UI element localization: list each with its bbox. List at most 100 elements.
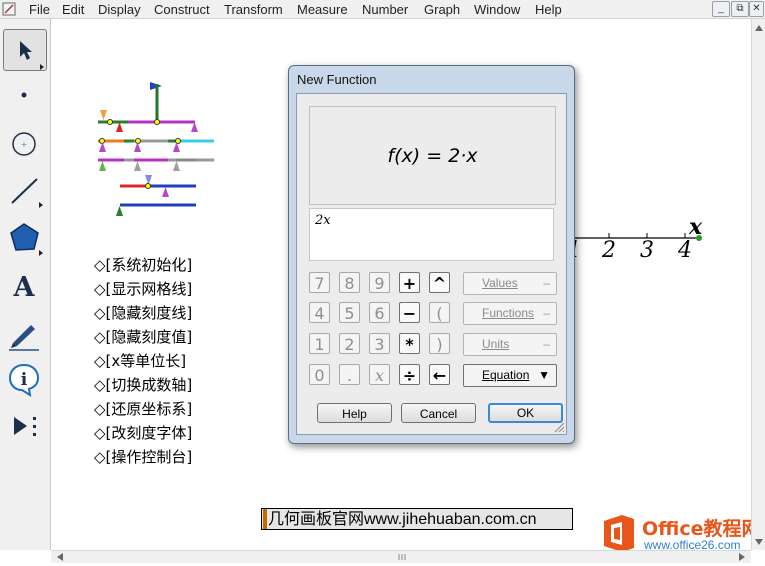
action-button-show-grid[interactable]: ◇[显示网格线] [94,278,192,299]
custom-tool-icon [14,417,36,436]
menu-window[interactable]: Window [474,2,520,17]
key-1[interactable]: 1 [309,333,330,354]
cancel-button[interactable]: Cancel [401,403,476,423]
action-button-tick-font[interactable]: ◇[改刻度字体] [94,422,192,443]
information-tool-icon: i [8,363,40,398]
key-0[interactable]: 0 [309,364,330,385]
units-button[interactable]: Units – [463,333,557,356]
arrow-tool-icon [20,41,44,70]
dropdown-icon: – [543,276,550,290]
horizontal-scrollbar[interactable] [51,550,751,563]
key-9[interactable]: 9 [369,272,390,293]
x-axis-label: x [689,214,703,240]
menu-transform[interactable]: Transform [224,2,283,17]
arrow-tool[interactable] [3,29,47,71]
action-button-hide-tick-values[interactable]: ◇[隐藏刻度值] [94,326,192,347]
action-button-system-init[interactable]: ◇[系统初始化] [94,254,192,275]
key-multiply[interactable]: * [399,333,420,354]
key-open-paren[interactable]: ( [429,302,450,323]
key-backspace[interactable]: ← [429,364,450,385]
compass-tool-icon: + [12,132,36,156]
key-power[interactable]: ^ [429,272,450,293]
key-7[interactable]: 7 [309,272,330,293]
key-close-paren[interactable]: ) [429,333,450,354]
action-button-hide-ticks[interactable]: ◇[隐藏刻度线] [94,302,192,323]
action-button-x-unit-length[interactable]: ◇[x等单位长] [94,350,186,371]
key-4[interactable]: 4 [309,302,330,323]
office-logo-brand: Office教程网 [642,518,761,540]
key-3[interactable]: 3 [369,333,390,354]
menu-bar: File Edit Display Construct Transform Me… [0,0,765,19]
expression-input[interactable]: 2x [309,208,554,261]
values-button-label: Values [482,276,518,290]
polygon-tool[interactable] [3,219,47,259]
straightedge-tool[interactable] [3,171,47,211]
action-button-console[interactable]: ◇[操作控制台] [94,446,192,467]
key-x[interactable]: x [369,364,390,385]
custom-tool[interactable] [3,407,47,447]
key-2[interactable]: 2 [339,333,360,354]
vertical-scrollbar[interactable] [751,19,765,550]
restore-button[interactable]: ⧉ [731,1,749,17]
action-button-restore-axes[interactable]: ◇[还原坐标系] [94,398,192,419]
ok-button[interactable]: OK [488,403,563,423]
key-divide[interactable]: ÷ [399,364,420,385]
key-minus[interactable]: − [399,302,420,323]
office-logo-icon [604,515,634,552]
information-tool[interactable]: i [3,359,47,399]
text-tool[interactable]: A [3,267,47,307]
equation-button[interactable]: Equation ▼ [463,364,557,387]
x-tick-label: 4 [678,238,692,263]
horizontal-scrollbar-arrows [57,553,745,561]
straightedge-tool-icon [11,178,43,208]
svg-text:i: i [21,370,28,390]
menu-construct[interactable]: Construct [154,2,210,17]
key-5[interactable]: 5 [339,302,360,323]
dialog-body: f(x) = 2·x 2x 7 8 9 + ^ 4 5 6 − ( 1 2 3 … [296,93,567,435]
dropdown-icon: – [543,306,550,320]
menu-help[interactable]: Help [535,2,562,17]
key-8[interactable]: 8 [339,272,360,293]
functions-button-label: Functions [482,306,535,320]
app-icon[interactable] [2,2,16,16]
minimize-button[interactable]: _ [712,1,730,17]
vertical-scrollbar-arrows [755,25,763,545]
values-button[interactable]: Values – [463,272,557,295]
units-button-label: Units [482,337,510,351]
menu-display[interactable]: Display [98,2,141,17]
key-plus[interactable]: + [399,272,420,293]
polygon-tool-icon [10,223,43,256]
help-button[interactable]: Help [317,403,392,423]
svg-text:A: A [13,272,36,303]
menu-graph[interactable]: Graph [424,2,460,17]
marker-tool[interactable] [3,312,47,352]
menu-edit[interactable]: Edit [62,2,84,17]
control-console-graphic[interactable] [90,78,220,220]
functions-button[interactable]: Functions – [463,302,557,325]
key-6[interactable]: 6 [369,302,390,323]
menu-number[interactable]: Number [362,2,408,17]
website-caption: 几何画板官网www.jihehuaban.com.cn [261,508,573,530]
x-tick-label: 2 [602,238,616,263]
key-decimal[interactable]: . [339,364,360,385]
equation-button-label: Equation [482,368,530,382]
compass-tool[interactable]: + [3,124,47,164]
function-preview-text: f(x) = 2·x [387,145,478,167]
marker-tool-icon [9,325,39,351]
menu-measure[interactable]: Measure [297,2,348,17]
menu-file[interactable]: File [29,2,50,17]
x-tick-label: 3 [640,238,654,263]
function-preview: f(x) = 2·x [309,106,556,205]
text-tool-icon: A [13,272,36,303]
toolbox: + A i [0,19,51,550]
resize-grip-icon[interactable] [553,421,565,433]
close-button[interactable]: ✕ [749,1,764,17]
dialog-title: New Function [297,72,377,87]
x-axis[interactable]: 1 2 3 4 x [565,214,715,270]
chevron-down-icon: ▼ [538,368,550,382]
point-tool-icon [21,92,27,98]
point-tool[interactable] [3,75,47,115]
new-function-dialog[interactable]: New Function f(x) = 2·x 2x 7 8 9 + ^ 4 5… [288,65,575,444]
svg-text:+: + [21,140,28,149]
action-button-number-line[interactable]: ◇[切换成数轴] [94,374,192,395]
